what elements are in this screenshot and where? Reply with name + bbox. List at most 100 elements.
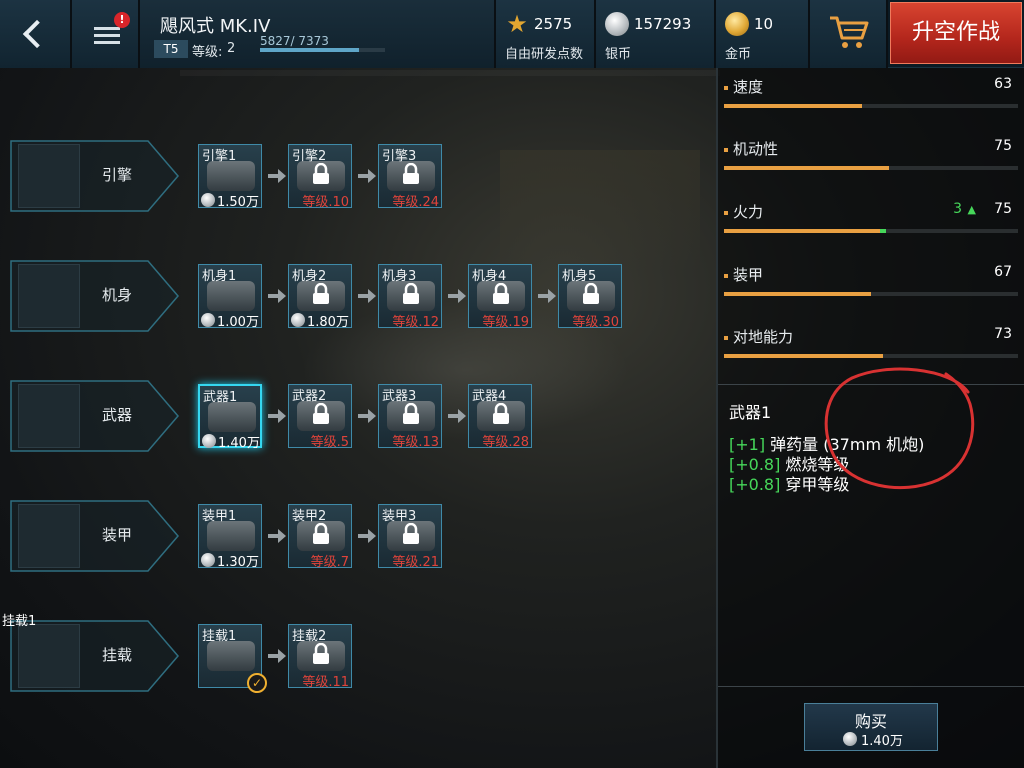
part-card[interactable]: 挂载2 等级.11	[288, 624, 352, 690]
part-card[interactable]: 机身2 1.80万	[288, 264, 352, 330]
part-card[interactable]: 装甲2 等级.7	[288, 504, 352, 570]
lock-icon	[403, 403, 419, 424]
part-card[interactable]: 引擎1 1.50万	[198, 144, 262, 210]
stat-name-text: 装甲	[733, 266, 764, 284]
part-name: 装甲1	[202, 509, 237, 524]
category-tab[interactable]: 武器	[10, 380, 180, 452]
silver-coin-icon	[291, 313, 305, 327]
upgrade-arrow-icon	[358, 289, 376, 303]
menu-button[interactable]: !	[72, 0, 140, 68]
buy-button[interactable]: 购买 1.40万	[804, 703, 938, 751]
part-name: 挂载2	[292, 629, 327, 644]
part-detail: 武器1 [+1] 弹药量 (37mm 机炮) [+0.8] 燃烧等级 [+0.8…	[718, 384, 1024, 684]
research-points-value: 2575	[534, 15, 573, 33]
stats-panel: 速度 63 机动性 75 火力 75 3 ▲ 装甲 67 对地能力 73 武器1 [+1] 弹药量 (…	[716, 68, 1024, 768]
part-level-requirement: 等级.10	[302, 195, 349, 210]
part-level-requirement: 等级.13	[392, 435, 439, 450]
part-cost: 1.00万	[217, 315, 259, 330]
part-card[interactable]: 装甲1 1.30万	[198, 504, 262, 570]
silver-coin-icon	[605, 12, 629, 36]
stat-bullet-icon	[724, 335, 728, 340]
gold-value: 10	[754, 15, 774, 33]
upgrade-arrow-icon	[538, 289, 556, 303]
lock-icon	[493, 403, 509, 424]
part-level-requirement: 等级.11	[302, 675, 349, 690]
stat-bar-fill	[724, 292, 871, 296]
part-card[interactable]: 引擎2 等级.10	[288, 144, 352, 210]
category-tab[interactable]: 机身	[10, 260, 180, 332]
part-name: 引擎3	[382, 149, 417, 164]
cart-icon	[830, 16, 869, 48]
stat-bar-fill	[724, 229, 880, 233]
part-name: 武器1	[203, 390, 238, 405]
stat-bar-fill	[724, 354, 883, 358]
part-card[interactable]: 引擎3 等级.24	[378, 144, 442, 210]
part-card[interactable]: 武器3 等级.13	[378, 384, 442, 450]
gold-display[interactable]: 10 金币	[716, 0, 810, 68]
part-card[interactable]: 机身5 等级.30	[558, 264, 622, 330]
part-card[interactable]: 武器1 1.40万	[198, 384, 262, 451]
upgrade-arrow-icon	[448, 289, 466, 303]
upgrade-arrow-icon	[448, 409, 466, 423]
shop-cart-button[interactable]	[810, 0, 888, 68]
stat-name-text: 对地能力	[733, 328, 794, 346]
silver-display[interactable]: 157293 银币	[596, 0, 716, 68]
stat-increase-icon: ▲	[967, 203, 976, 216]
upgrade-arrow-icon	[268, 649, 286, 663]
equipped-part-label: 挂载1	[2, 614, 37, 629]
part-name: 挂载1	[202, 629, 237, 644]
part-name: 机身4	[472, 269, 507, 284]
lock-icon	[313, 643, 329, 664]
category-label: 引擎	[102, 166, 133, 184]
category-tab[interactable]: 装甲	[10, 500, 180, 572]
level-value: 2	[227, 41, 236, 56]
upgrade-arrow-icon	[268, 289, 286, 303]
stat-bullet-icon	[724, 210, 728, 215]
part-card[interactable]: 机身3 等级.12	[378, 264, 442, 330]
upgrade-arrow-icon	[268, 169, 286, 183]
stat-bar-fill	[724, 104, 863, 108]
category-icon	[18, 384, 80, 448]
silver-label: 银币	[605, 47, 632, 62]
part-card[interactable]: 机身1 1.00万	[198, 264, 262, 330]
stat-bar	[724, 166, 1018, 170]
research-points-display[interactable]: ★ 2575 自由研发点数	[496, 0, 596, 68]
part-name: 装甲3	[382, 509, 417, 524]
lock-icon	[313, 283, 329, 304]
part-detail-line: [+0.8] 穿甲等级	[729, 475, 850, 494]
part-name: 机身3	[382, 269, 417, 284]
category-tab[interactable]: 挂载 挂载1	[2, 614, 180, 692]
stat-bar	[724, 229, 1018, 233]
lock-icon	[493, 283, 509, 304]
lock-icon	[403, 523, 419, 544]
part-card[interactable]: 挂载1 ✓	[198, 624, 267, 693]
silver-coin-icon	[843, 732, 857, 746]
stat-value: 75	[994, 201, 1012, 217]
part-name: 武器3	[382, 389, 417, 404]
stat-value: 67	[994, 264, 1012, 280]
stat-row: 对地能力 73	[724, 326, 1018, 366]
part-card[interactable]: 武器2 等级.5	[288, 384, 352, 450]
part-cost: 1.80万	[307, 315, 349, 330]
upgrade-arrow-icon	[268, 529, 286, 543]
stat-bar	[724, 354, 1018, 358]
part-name: 机身5	[562, 269, 597, 284]
upgrade-arrow-icon	[358, 169, 376, 183]
research-points-label: 自由研发点数	[505, 47, 584, 62]
category-tab[interactable]: 引擎	[10, 140, 180, 212]
stat-row: 火力 75 3 ▲	[724, 201, 1018, 241]
equipped-check-icon: ✓	[247, 673, 267, 693]
menu-icon	[94, 27, 120, 48]
tier-badge: T5	[154, 40, 188, 58]
stat-row: 装甲 67	[724, 264, 1018, 304]
part-card[interactable]: 装甲3 等级.21	[378, 504, 442, 570]
part-card[interactable]: 机身4 等级.19	[468, 264, 532, 330]
part-cost: 1.40万	[218, 436, 260, 451]
lock-icon	[583, 283, 599, 304]
stat-value: 75	[994, 138, 1012, 154]
back-button[interactable]	[0, 0, 72, 68]
lock-icon	[403, 163, 419, 184]
part-card[interactable]: 武器4 等级.28	[468, 384, 532, 450]
silver-coin-icon	[202, 434, 216, 448]
takeoff-battle-button[interactable]: 升空作战	[890, 2, 1022, 64]
